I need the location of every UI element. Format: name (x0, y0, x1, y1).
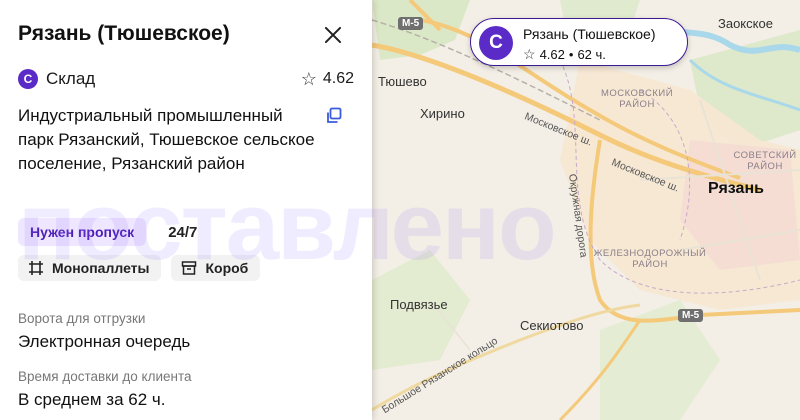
chip-box: Короб (171, 255, 261, 281)
map-label-sekiotovo: Секиотово (520, 318, 584, 333)
warehouse-type-label: Склад (46, 69, 96, 88)
warehouse-rating: ☆ 4.62 (301, 70, 354, 88)
copy-icon[interactable] (325, 107, 343, 125)
star-icon: ☆ (523, 46, 536, 62)
chip-monopallets: Монопаллеты (18, 255, 162, 281)
box-icon (182, 261, 197, 275)
pin-meta: ☆ 4.62 • 62 ч. (523, 45, 606, 63)
rating-value: 4.62 (322, 70, 354, 87)
chip-box-label: Короб (205, 260, 249, 276)
map-label-zheleznodorozhny-district: ЖЕЛЕЗНОДОРОЖНЫЙ РАЙОН (593, 248, 707, 270)
m5-shield-bottom: М-5 (678, 309, 704, 322)
map-label-podvyazye: Подвязье (390, 297, 448, 312)
pin-hours: 62 ч. (577, 46, 606, 62)
delivery-time-label: Время доставки до клиента (18, 369, 192, 384)
star-icon: ☆ (300, 69, 317, 89)
close-icon[interactable] (320, 22, 346, 48)
pin-rating: 4.62 (539, 46, 565, 62)
warehouse-type-row: С Склад ☆ 4.62 (18, 68, 354, 90)
working-hours: 24/7 (168, 223, 198, 241)
chip-monopallets-label: Монопаллеты (52, 260, 150, 276)
gate-value: Электронная очередь (18, 332, 191, 351)
panel-title: Рязань (Тюшевское) (18, 22, 230, 45)
m5-shield-top: М-5 (398, 17, 424, 30)
pass-required-badge: Нужен пропуск (18, 218, 147, 246)
warehouse-address: Индустриальный промышленный парк Рязанск… (18, 106, 315, 173)
map-label-tyushevo: Тюшево (378, 74, 427, 89)
delivery-time-value: В среднем за 62 ч. (18, 390, 166, 409)
map-label-moskovsky-district: МОСКОВСКИЙ РАЙОН (600, 88, 674, 110)
pin-logo: С (479, 26, 513, 60)
warehouse-info-panel: Рязань (Тюшевское) С Склад ☆ 4.62 Индуст… (0, 0, 372, 420)
gate-label: Ворота для отгрузки (18, 311, 146, 326)
map-label-ryazan: Рязань (708, 180, 764, 197)
access-chips: Нужен пропуск 24/7 (18, 218, 197, 246)
map-label-zaokskoe: Заокское (718, 16, 773, 31)
map-pin-card[interactable]: С Рязань (Тюшевское) ☆ 4.62 • 62 ч. (470, 18, 688, 66)
pin-name: Рязань (Тюшевское) (523, 26, 656, 42)
warehouse-logo: С (18, 69, 38, 89)
map-label-khirino: Хирино (420, 106, 465, 121)
map-label-sovetsky-district: СОВЕТСКИЙ РАЙОН (733, 150, 797, 172)
cargo-type-chips: Монопаллеты Короб (18, 255, 270, 281)
pin-separator: • (568, 46, 574, 62)
pallet-icon (29, 261, 43, 275)
